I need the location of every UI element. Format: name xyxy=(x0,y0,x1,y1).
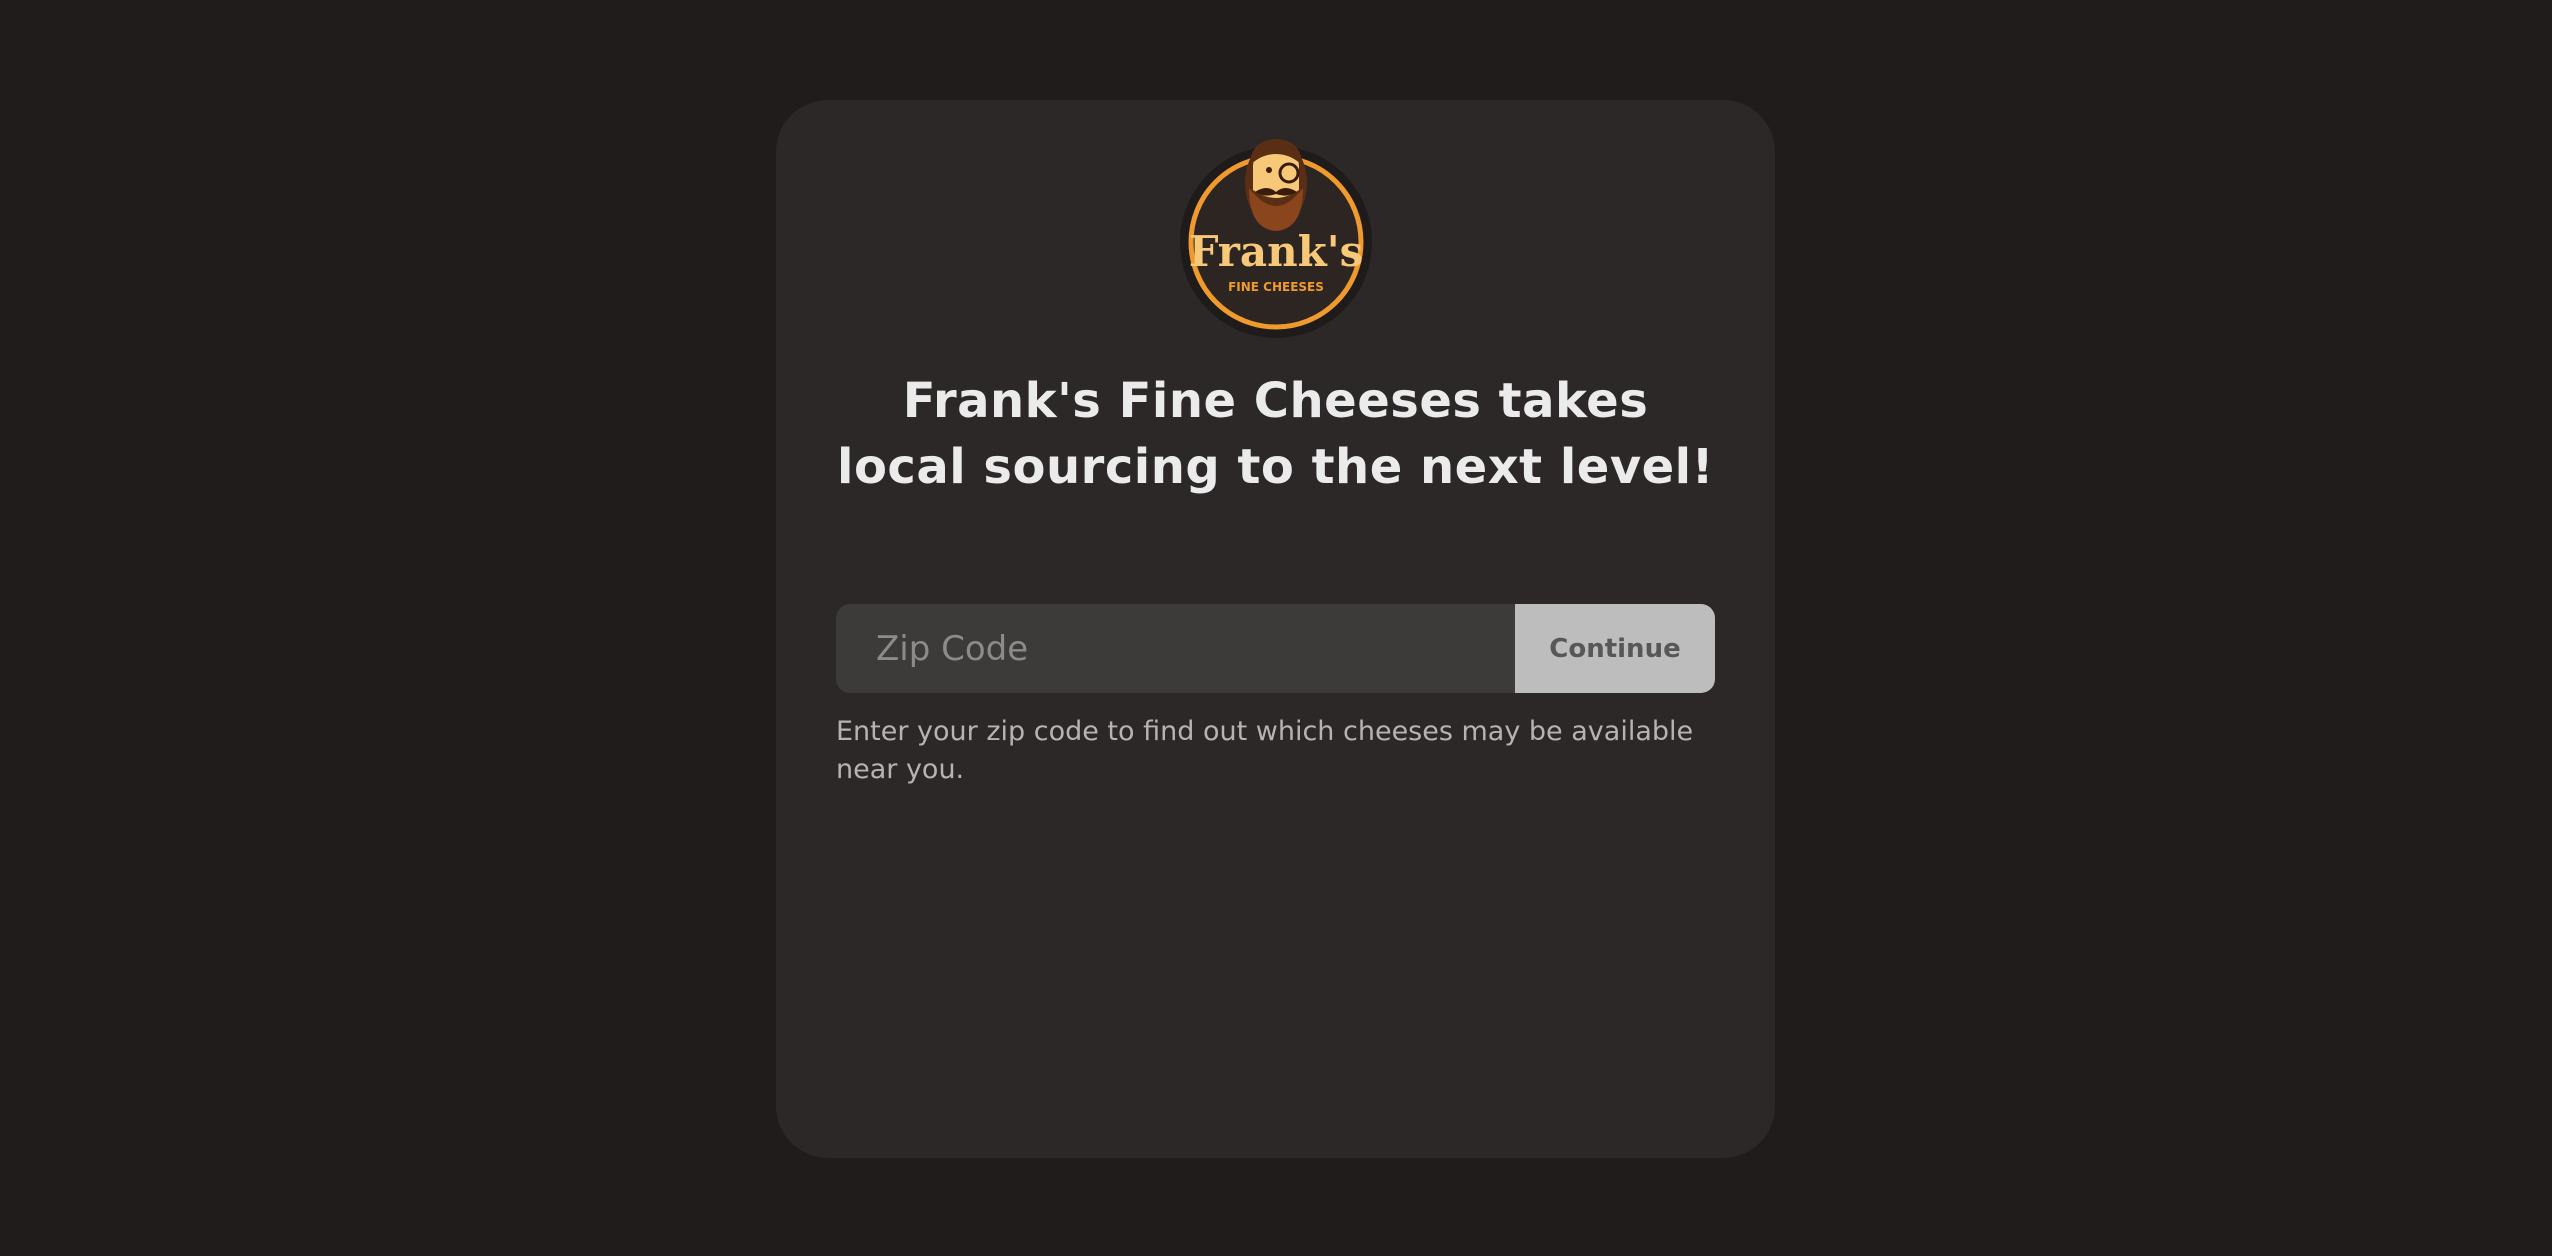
page-headline: Frank's Fine Cheeses takes local sourcin… xyxy=(836,373,1715,495)
zip-helper-text: Enter your zip code to find out which ch… xyxy=(836,716,1694,785)
franks-logo: Frank's FINE CHEESES xyxy=(1179,136,1373,340)
continue-button[interactable]: Continue xyxy=(1515,604,1715,693)
franks-logo-icon: Frank's FINE CHEESES xyxy=(1180,139,1372,338)
logo-tagline: FINE CHEESES xyxy=(1228,280,1324,294)
zip-lookup-card: Frank's FINE CHEESES Frank's Fine Cheese… xyxy=(776,100,1775,1158)
zip-form: Continue xyxy=(836,604,1715,693)
zip-code-input[interactable] xyxy=(836,604,1515,693)
logo-wordmark: Frank's xyxy=(1189,227,1364,276)
